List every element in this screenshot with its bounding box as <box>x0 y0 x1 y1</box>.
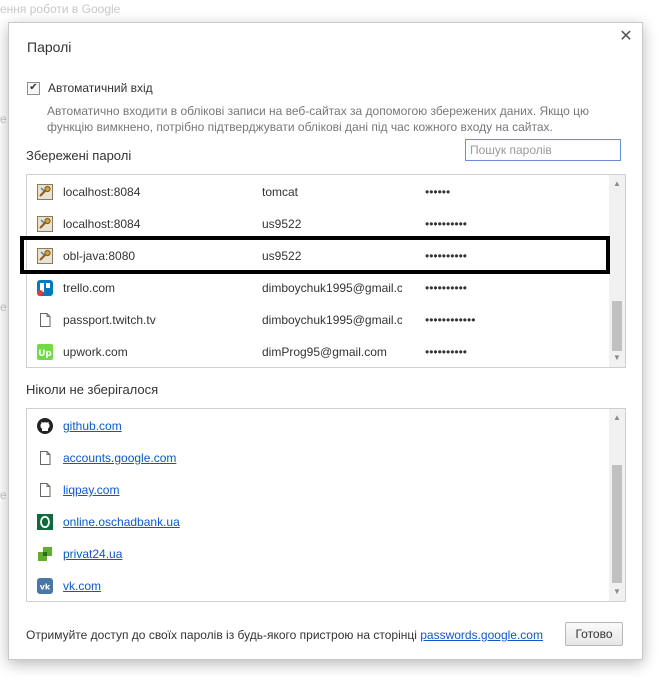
background-fragment: е <box>0 112 7 126</box>
saved-username: us9522 <box>262 249 302 263</box>
passwords-google-link[interactable]: passwords.google.com <box>420 628 543 642</box>
saved-username: us9522 <box>262 217 302 231</box>
vk-icon: vk <box>37 578 53 594</box>
scrollbar-thumb[interactable] <box>612 301 622 351</box>
background-fragment: е <box>0 300 7 314</box>
saved-site: localhost:8084 <box>63 185 141 199</box>
saved-password: •••••• <box>425 185 451 199</box>
footer-description: Отримуйте доступ до своїх паролів із буд… <box>26 628 421 642</box>
scrollbar-thumb[interactable] <box>612 465 622 583</box>
scroll-down-arrow-icon[interactable]: ▼ <box>609 351 625 365</box>
svg-text:Up: Up <box>38 349 52 359</box>
page-icon <box>37 482 53 498</box>
dialog-title: Паролі <box>27 39 72 55</box>
saved-password-row[interactable]: localhost:8084 tomcat •••••• <box>27 176 605 208</box>
autologin-description: Автоматично входити в облікові записи на… <box>47 104 590 134</box>
upwork-icon: Up <box>37 344 53 360</box>
saved-password-row[interactable]: passport.twitch.tv dimboychuk1995@gmail.c… <box>27 304 605 336</box>
saved-username: dimProg95@gmail.com <box>262 345 387 359</box>
generic-key-icon <box>37 248 53 264</box>
saved-site: passport.twitch.tv <box>63 313 156 327</box>
scroll-down-arrow-icon[interactable]: ▼ <box>609 585 625 599</box>
never-saved-row[interactable]: accounts.google.com <box>27 442 605 474</box>
generic-key-icon <box>37 216 53 232</box>
generic-key-icon <box>37 184 53 200</box>
github-icon <box>37 418 53 434</box>
saved-password-row[interactable]: trello.com dimboychuk1995@gmail.c ••••••••… <box>27 272 605 304</box>
saved-password: •••••••••• <box>425 217 468 231</box>
saved-passwords-list: localhost:8084 tomcat •••••• localhost:8084… <box>26 174 626 368</box>
trello-icon <box>37 280 53 296</box>
saved-password: •••••••••• <box>425 281 468 295</box>
autologin-label: Автоматичний вхід <box>48 81 153 95</box>
autologin-checkbox[interactable]: ✔ <box>27 81 40 95</box>
saved-password: •••••••••• <box>425 345 468 359</box>
never-saved-row[interactable]: online.oschadbank.ua <box>27 506 605 538</box>
search-passwords-input[interactable] <box>465 139 621 161</box>
background-page-text: ення роботи в Google <box>0 2 121 16</box>
passwords-dialog: ✕ Паролі ✔ Автоматичний вхід Автоматично… <box>8 22 643 660</box>
saved-site: trello.com <box>63 281 116 295</box>
saved-password-row[interactable]: Up upwork.com dimProg95@gmail.com •••••••••… <box>27 336 605 367</box>
saved-password: •••••••••••• <box>425 313 476 327</box>
never-list-scrollbar[interactable]: ▲ ▼ <box>609 409 625 601</box>
saved-list-scrollbar[interactable]: ▲ ▼ <box>609 175 625 367</box>
saved-site: localhost:8084 <box>63 217 141 231</box>
page-icon <box>37 450 53 466</box>
never-saved-site-link[interactable]: github.com <box>63 419 122 433</box>
never-saved-list: github.com accounts.google.com liqpay.com o… <box>26 408 626 602</box>
scroll-up-arrow-icon[interactable]: ▲ <box>609 177 625 191</box>
saved-username: dimboychuk1995@gmail.c <box>262 281 402 295</box>
saved-password-row[interactable]: localhost:8084 us9522 •••••••••• <box>27 208 605 240</box>
never-saved-site-link[interactable]: accounts.google.com <box>63 451 176 465</box>
saved-username: dimboychuk1995@gmail.c <box>262 313 402 327</box>
close-icon[interactable]: ✕ <box>618 29 634 45</box>
never-saved-title: Ніколи не зберігалося <box>26 382 159 397</box>
svg-text:vk: vk <box>40 583 51 592</box>
oschadbank-icon <box>37 514 53 530</box>
saved-site: upwork.com <box>63 345 128 359</box>
footer-text: Отримуйте доступ до своїх паролів із буд… <box>26 628 543 642</box>
never-saved-site-link[interactable]: online.oschadbank.ua <box>63 515 180 529</box>
never-saved-row[interactable]: liqpay.com <box>27 474 605 506</box>
never-saved-row[interactable]: vk vk.com <box>27 570 605 601</box>
never-saved-row[interactable]: github.com <box>27 410 605 442</box>
never-saved-row[interactable]: privat24.ua <box>27 538 605 570</box>
autologin-option[interactable]: ✔ Автоматичний вхід <box>27 81 153 95</box>
privat24-icon <box>37 546 53 562</box>
never-saved-site-link[interactable]: liqpay.com <box>63 483 119 497</box>
saved-username: tomcat <box>262 185 299 199</box>
scroll-up-arrow-icon[interactable]: ▲ <box>609 411 625 425</box>
saved-passwords-title: Збережені паролі <box>26 148 132 163</box>
page-icon <box>37 312 53 328</box>
never-saved-site-link[interactable]: privat24.ua <box>63 547 122 561</box>
done-button[interactable]: Готово <box>565 622 623 646</box>
saved-password-row[interactable]: obl-java:8080 us9522 •••••••••• <box>27 240 605 272</box>
never-saved-site-link[interactable]: vk.com <box>63 579 101 593</box>
background-fragment: е <box>0 488 7 502</box>
saved-password: •••••••••• <box>425 249 468 263</box>
saved-site: obl-java:8080 <box>63 249 136 263</box>
